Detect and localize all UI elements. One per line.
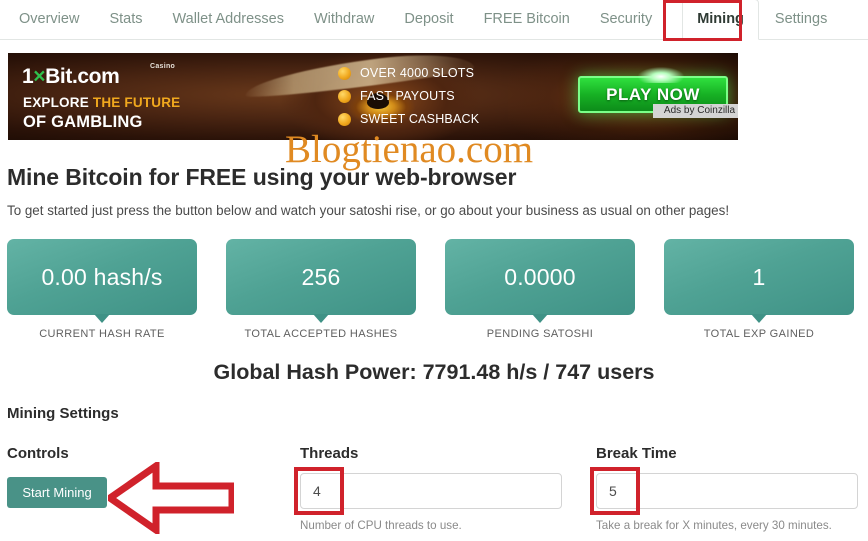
page-subtitle: To get started just press the button bel… bbox=[7, 203, 730, 218]
threads-input[interactable] bbox=[300, 473, 562, 509]
annotation-arrow-left bbox=[108, 462, 234, 534]
nav-item-mining[interactable]: Mining bbox=[682, 0, 759, 40]
banner-tagline-line2: OF GAMBLING bbox=[23, 113, 143, 131]
stat-value: 1 bbox=[752, 263, 766, 290]
global-hash-power: Global Hash Power: 7791.48 h/s / 747 use… bbox=[213, 360, 655, 384]
nav-item-stats[interactable]: Stats bbox=[109, 0, 142, 39]
banner-logo-suffix: Bit.com bbox=[45, 65, 120, 88]
play-now-glow-icon bbox=[638, 67, 684, 83]
mining-settings-title: Mining Settings bbox=[7, 405, 119, 422]
nav-item-wallet-addresses[interactable]: Wallet Addresses bbox=[172, 0, 283, 39]
stat-value: 0.00 hash/s bbox=[41, 263, 163, 290]
stat-label-current-hash-rate: CURRENT HASH RATE bbox=[39, 328, 165, 340]
break-time-label: Break Time bbox=[596, 445, 677, 462]
banner-logo: 1×Bit.com bbox=[22, 65, 120, 89]
banner-bullet-2: FAST PAYOUTS bbox=[338, 89, 455, 103]
banner-bullet-3-label: SWEET CASHBACK bbox=[360, 112, 480, 126]
bullet-dot-icon bbox=[338, 112, 351, 126]
bullet-dot-icon bbox=[338, 66, 351, 80]
nav-item-free-bitcoin[interactable]: FREE Bitcoin bbox=[484, 0, 570, 39]
controls-label: Controls bbox=[7, 445, 69, 462]
mining-page: Overview Stats Wallet Addresses Withdraw… bbox=[0, 0, 868, 541]
start-mining-button[interactable]: Start Mining bbox=[7, 477, 107, 508]
advertisement-banner[interactable]: 1×Bit.com Casino EXPLORE THE FUTURE OF G… bbox=[8, 53, 738, 140]
banner-tagline-highlight: THE FUTURE bbox=[92, 95, 181, 110]
nav-item-deposit[interactable]: Deposit bbox=[404, 0, 453, 39]
stat-label-pending-satoshi: PENDING SATOSHI bbox=[486, 328, 594, 340]
banner-bullet-1: OVER 4000 SLOTS bbox=[338, 66, 474, 80]
stat-value: 256 bbox=[301, 263, 341, 290]
banner-logo-x: × bbox=[33, 65, 46, 88]
stat-card-current-hash-rate: 0.00 hash/s bbox=[7, 239, 197, 323]
threads-help-text: Number of CPU threads to use. bbox=[300, 519, 462, 532]
break-time-input[interactable] bbox=[596, 473, 858, 509]
bullet-dot-icon bbox=[338, 89, 351, 103]
stat-card-total-accepted-hashes: 256 bbox=[226, 239, 416, 323]
ads-by-coinzilla-label[interactable]: Ads by Coinzilla bbox=[653, 104, 738, 118]
banner-bullet-1-label: OVER 4000 SLOTS bbox=[360, 66, 475, 80]
nav-item-withdraw[interactable]: Withdraw bbox=[314, 0, 374, 39]
stat-label-total-accepted-hashes: TOTAL ACCEPTED HASHES bbox=[244, 328, 398, 340]
banner-tagline-plain: EXPLORE bbox=[23, 95, 93, 110]
stat-card-total-exp-gained: 1 bbox=[664, 239, 854, 323]
nav-item-settings[interactable]: Settings bbox=[775, 0, 827, 39]
banner-bullet-2-label: FAST PAYOUTS bbox=[360, 89, 455, 103]
break-time-help-text: Take a break for X minutes, every 30 min… bbox=[596, 519, 832, 532]
threads-label: Threads bbox=[300, 445, 359, 462]
stat-value: 0.0000 bbox=[504, 263, 576, 290]
banner-logo-prefix: 1 bbox=[22, 65, 34, 88]
nav-item-security[interactable]: Security bbox=[600, 0, 652, 39]
main-navigation: Overview Stats Wallet Addresses Withdraw… bbox=[0, 0, 868, 40]
banner-tagline-line1: EXPLORE THE FUTURE bbox=[23, 95, 180, 110]
banner-casino-tag: Casino bbox=[150, 63, 176, 70]
stat-card-pending-satoshi: 0.0000 bbox=[445, 239, 635, 323]
nav-item-overview[interactable]: Overview bbox=[19, 0, 79, 39]
page-title: Mine Bitcoin for FREE using your web-bro… bbox=[7, 164, 517, 190]
banner-bullet-3: SWEET CASHBACK bbox=[338, 112, 479, 126]
stat-label-total-exp-gained: TOTAL EXP GAINED bbox=[703, 328, 815, 340]
